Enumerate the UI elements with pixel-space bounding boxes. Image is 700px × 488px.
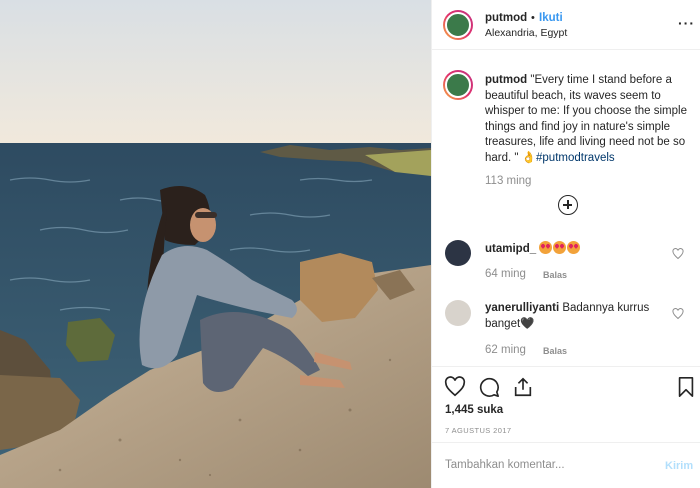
post-comment-button[interactable]: Kirim (665, 460, 693, 472)
heart-eyes-emoji (539, 241, 581, 255)
user-avatar[interactable] (443, 10, 473, 40)
beach-photo-image (0, 0, 431, 488)
caption-avatar[interactable] (443, 70, 473, 100)
more-options-icon[interactable]: ··· (678, 15, 695, 31)
caption-text: "Every time I stand before a beautiful b… (485, 74, 687, 164)
reply-button[interactable]: Balas (543, 270, 567, 280)
ok-hand-emoji: 👌 (521, 151, 537, 164)
like-count[interactable]: 1,445 suka (445, 404, 503, 416)
share-icon[interactable] (512, 376, 534, 398)
comment-like-heart-icon[interactable] (672, 248, 684, 260)
plus-circle-icon[interactable] (558, 195, 578, 215)
commenter-avatar[interactable] (445, 240, 471, 266)
bookmark-icon[interactable] (675, 376, 697, 398)
post-location[interactable]: Alexandria, Egypt (485, 27, 567, 39)
comment-body: utamipd_ (485, 241, 670, 258)
post-photo[interactable] (0, 0, 431, 488)
heart-icon[interactable] (444, 376, 466, 398)
instagram-post: putmod • Ikuti Alexandria, Egypt ··· put… (0, 0, 700, 488)
add-comment-bar: Kirim (432, 442, 700, 488)
comment-username[interactable]: yanerulliyanti (485, 302, 559, 314)
post-header: putmod • Ikuti Alexandria, Egypt ··· (432, 0, 700, 50)
follow-button[interactable]: Ikuti (539, 12, 563, 24)
reply-button[interactable]: Balas (543, 346, 567, 356)
comment-time[interactable]: 64 ming (485, 268, 526, 280)
commenter-avatar[interactable] (445, 300, 471, 326)
separator-dot: • (531, 12, 535, 24)
caption-hashtag[interactable]: #putmodtravels (536, 152, 615, 164)
comment-username[interactable]: utamipd_ (485, 243, 536, 255)
post-side-panel: putmod • Ikuti Alexandria, Egypt ··· put… (431, 0, 700, 488)
post-username[interactable]: putmod (485, 12, 527, 24)
post-date[interactable]: 7 AGUSTUS 2017 (445, 426, 511, 435)
caption-time[interactable]: 113 ming (485, 175, 531, 187)
add-comment-input[interactable] (445, 459, 645, 471)
caption-username[interactable]: putmod (485, 74, 527, 86)
caption: putmod "Every time I stand before a beau… (485, 73, 695, 166)
comment-like-heart-icon[interactable] (672, 308, 684, 320)
comment-icon[interactable] (478, 376, 500, 398)
comment-body: yanerulliyanti Badannya kurrus banget🖤 (485, 301, 670, 332)
comment-time[interactable]: 62 ming (485, 344, 526, 356)
